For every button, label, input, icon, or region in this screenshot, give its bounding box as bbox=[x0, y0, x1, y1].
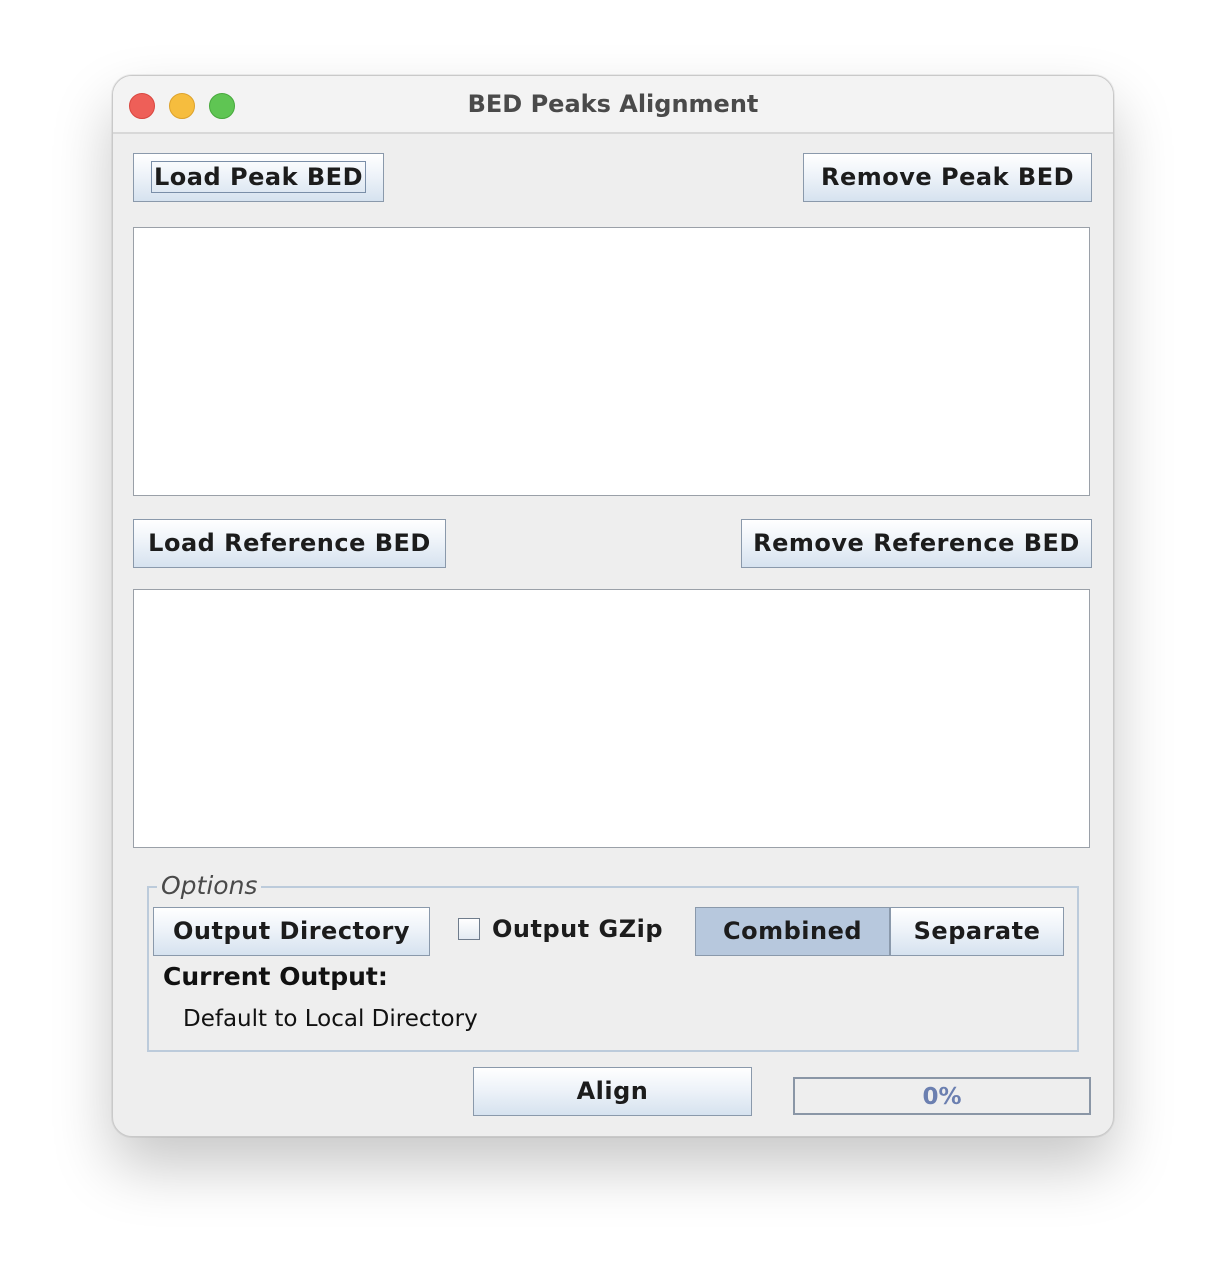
output-directory-label: Output Directory bbox=[173, 917, 410, 945]
current-output-path: Default to Local Directory bbox=[183, 1006, 478, 1032]
output-gzip-label: Output GZip bbox=[492, 915, 664, 943]
remove-reference-bed-button[interactable]: Remove Reference BED bbox=[741, 519, 1092, 568]
align-label: Align bbox=[576, 1077, 649, 1105]
current-output-heading: Current Output: bbox=[163, 962, 388, 991]
remove-peak-bed-button[interactable]: Remove Peak BED bbox=[803, 153, 1092, 202]
remove-reference-bed-label: Remove Reference BED bbox=[753, 529, 1080, 557]
load-peak-bed-label: Load Peak BED bbox=[151, 161, 366, 193]
output-gzip-checkbox[interactable]: Output GZip bbox=[458, 914, 663, 944]
align-button[interactable]: Align bbox=[473, 1067, 752, 1116]
remove-peak-bed-label: Remove Peak BED bbox=[820, 163, 1075, 191]
combined-label: Combined bbox=[722, 917, 863, 945]
options-legend: Options bbox=[157, 871, 262, 900]
checkbox-icon[interactable] bbox=[458, 918, 480, 940]
window-title: BED Peaks Alignment bbox=[467, 90, 759, 118]
separate-toggle-button[interactable]: Separate bbox=[890, 907, 1064, 956]
load-reference-bed-button[interactable]: Load Reference BED bbox=[133, 519, 446, 568]
combined-toggle-button[interactable]: Combined bbox=[695, 907, 890, 956]
load-reference-bed-label: Load Reference BED bbox=[148, 529, 431, 557]
separate-label: Separate bbox=[913, 917, 1041, 945]
reference-bed-list[interactable] bbox=[133, 589, 1090, 848]
progress-text: 0% bbox=[922, 1084, 962, 1110]
title-bar: BED Peaks Alignment bbox=[113, 76, 1113, 134]
load-peak-bed-button[interactable]: Load Peak BED bbox=[133, 153, 384, 202]
output-directory-button[interactable]: Output Directory bbox=[153, 907, 430, 956]
progress-bar: 0% bbox=[793, 1077, 1091, 1115]
peak-bed-list[interactable] bbox=[133, 227, 1090, 496]
app-window: BED Peaks Alignment Load Peak BED Remove… bbox=[112, 75, 1114, 1137]
